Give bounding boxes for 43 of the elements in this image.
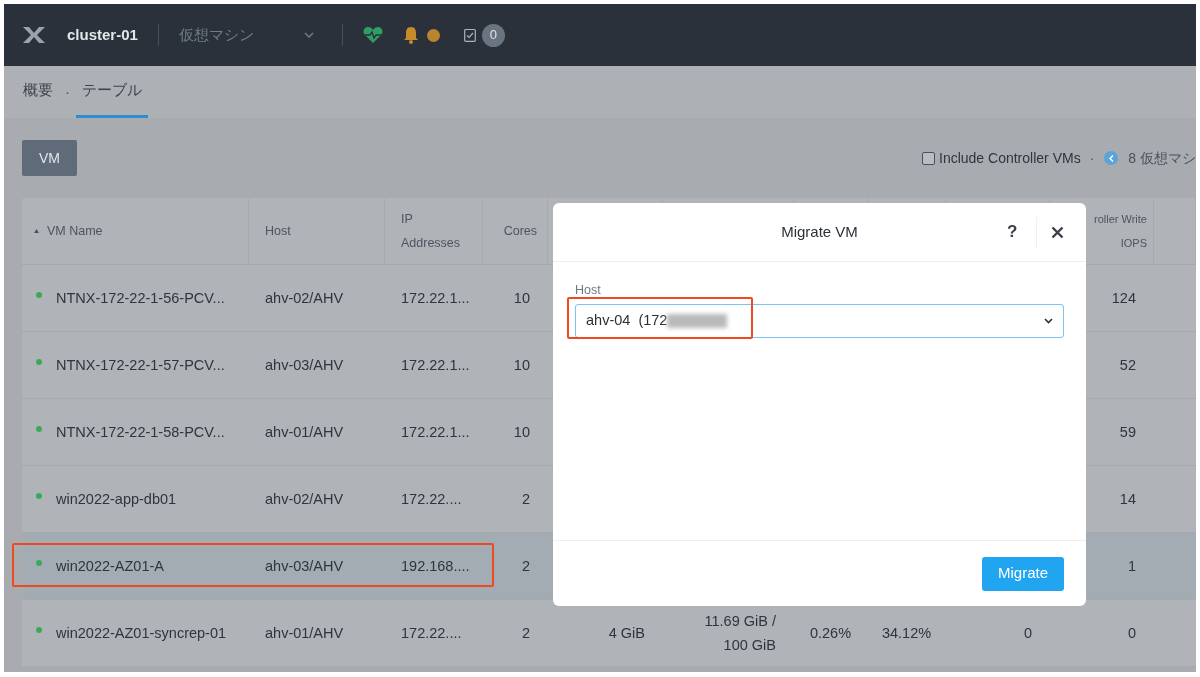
table-cell-text: 14	[1119, 490, 1136, 509]
table-cell-text: 10	[513, 289, 530, 308]
table-cell-text: 124	[1111, 289, 1136, 308]
table-cell-text: 2	[521, 557, 530, 576]
table-cell-text: 1	[1127, 557, 1136, 576]
table-cell-text: 2	[521, 624, 530, 643]
table-cell-text: 172.22.1...	[401, 423, 470, 442]
table-cell-text: 0	[1023, 624, 1032, 643]
table-cell-text: 172.22.1...	[401, 356, 470, 375]
dialog-title: Migrate VM	[781, 221, 858, 242]
table-cell-text: ahv-03/AHV	[265, 557, 344, 576]
table-cell-text: 11.69 GiB / 100 GiB	[703, 612, 776, 655]
table-cell-text: ahv-02/AHV	[265, 490, 344, 509]
table-cell-text: 4 GiB	[608, 624, 645, 643]
table-cell-text: 2	[521, 490, 530, 509]
table-cell-text: ahv-01/AHV	[265, 423, 344, 442]
table-cell-text: win2022-AZ01-syncrep-01	[56, 624, 227, 643]
table-cell-text: 172.22....	[401, 490, 462, 509]
tab-separator: ·	[65, 81, 70, 102]
checkbox-label: Include Controller VMs	[939, 148, 1081, 168]
table-cell-text: 59	[1119, 423, 1136, 442]
table-cell-text: 192.168....	[401, 557, 470, 576]
table-cell-text: ahv-02/AHV	[265, 289, 344, 308]
separator-dot: ·	[1089, 148, 1095, 168]
table-cell-text: win2022-app-db01	[56, 490, 177, 509]
field-label: Host	[575, 282, 602, 299]
vm-count: 8 仮想マシ	[1128, 148, 1196, 168]
table-cell-text: 172.22....	[401, 624, 462, 643]
table-cell-text: ahv-03/AHV	[265, 356, 344, 375]
cluster-name: cluster-01	[67, 24, 138, 45]
table-cell-text: NTNX-172-22-1-56-PCV...	[56, 289, 225, 308]
table-cell-text: 10	[513, 423, 530, 442]
table-cell-text: 0	[1127, 624, 1136, 643]
table-cell-text: ahv-01/AHV	[265, 624, 344, 643]
table-cell-text: NTNX-172-22-1-58-PCV...	[56, 423, 225, 442]
table-cell-text: win2022-AZ01-A	[56, 557, 164, 576]
task-count-badge: 0	[481, 23, 505, 47]
table-cell-text: NTNX-172-22-1-57-PCV...	[56, 356, 225, 375]
table-cell-text: 34.12%	[881, 624, 932, 643]
table-cell-text: 0.26%	[809, 624, 852, 643]
table-cell-text: 172.22.1...	[401, 289, 470, 308]
table-cell-text: 52	[1119, 356, 1136, 375]
table-cell-text: 10	[513, 356, 530, 375]
